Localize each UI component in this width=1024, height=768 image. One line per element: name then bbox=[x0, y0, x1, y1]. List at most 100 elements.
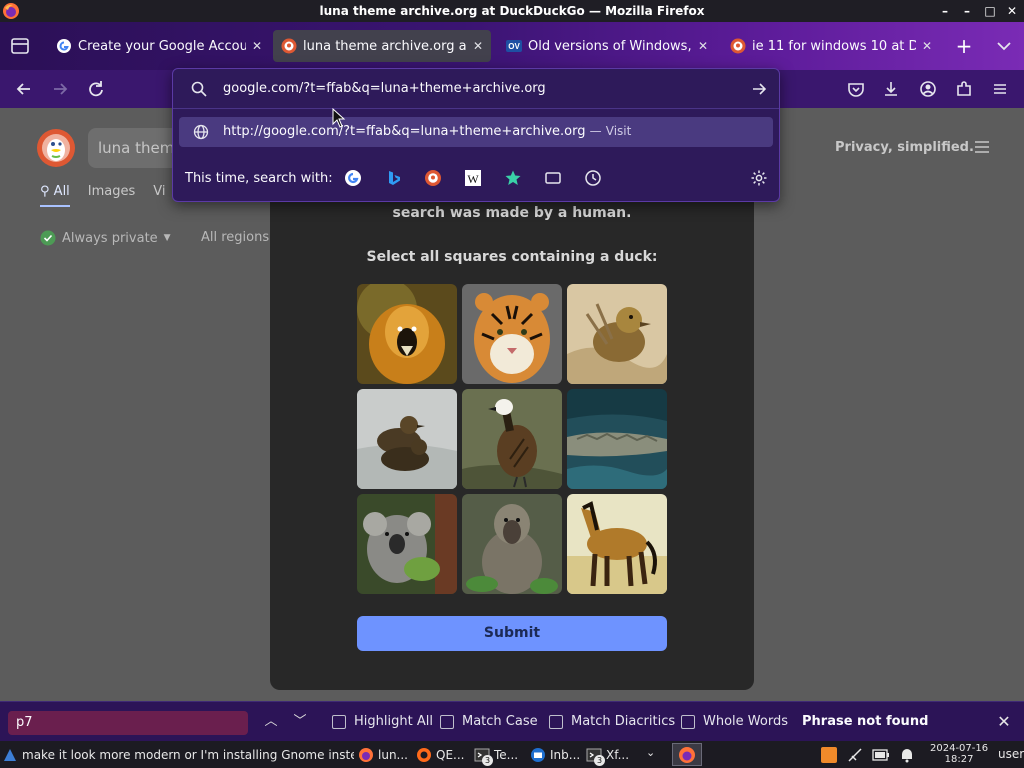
window-close-icon[interactable]: ✕ bbox=[1003, 2, 1021, 20]
new-tab-button[interactable]: + bbox=[952, 36, 976, 56]
gear-icon[interactable] bbox=[750, 169, 768, 187]
tab-ie11[interactable]: ie 11 for windows 10 at Duck ✕ bbox=[722, 30, 940, 62]
captcha-tile-whistling-duck[interactable] bbox=[462, 389, 562, 489]
chevron-down-icon[interactable]: ⌄ bbox=[646, 746, 660, 762]
google-icon bbox=[57, 39, 71, 53]
window-minimize-icon[interactable]: – bbox=[958, 2, 976, 20]
tabs-icon[interactable] bbox=[544, 169, 562, 187]
taskbar-user[interactable]: user bbox=[998, 747, 1024, 761]
taskbar-item-reddit[interactable]: make it look more modern or I'm installi… bbox=[2, 744, 354, 765]
search-icon: ⚲ bbox=[40, 184, 50, 199]
hamburger-menu-icon[interactable] bbox=[974, 140, 990, 154]
captcha-tile-crocodile[interactable] bbox=[567, 389, 667, 489]
forward-arrow-icon[interactable] bbox=[49, 78, 71, 100]
always-private-filter[interactable]: Always private ▼ bbox=[40, 230, 171, 246]
duckduckgo-icon bbox=[730, 38, 746, 54]
tab-luna-theme[interactable]: luna theme archive.org at Du ✕ bbox=[273, 30, 491, 62]
duckduckgo-icon[interactable] bbox=[424, 169, 442, 187]
taskbar-item-thunderbird[interactable]: Inb... bbox=[530, 744, 584, 765]
back-arrow-icon[interactable] bbox=[13, 78, 35, 100]
always-private-label: Always private bbox=[62, 230, 158, 246]
wikipedia-icon[interactable]: W bbox=[464, 169, 482, 187]
urlbar[interactable]: google.com/?t=ffab&q=luna+theme+archive.… bbox=[173, 69, 779, 109]
taskbar-item-terminal[interactable]: Te... 3 bbox=[474, 744, 526, 766]
hamburger-menu-icon[interactable] bbox=[989, 78, 1011, 100]
tiger-image bbox=[462, 284, 562, 384]
duckduckgo-logo-icon[interactable] bbox=[36, 128, 76, 168]
find-close-icon[interactable]: ✕ bbox=[994, 712, 1014, 732]
url-suggestion-row[interactable]: http://google.com/?t=ffab&q=luna+theme+a… bbox=[179, 117, 773, 147]
checkbox-box bbox=[440, 714, 454, 729]
mouse-cursor-icon bbox=[332, 108, 346, 128]
go-arrow-icon[interactable] bbox=[751, 81, 767, 97]
bell-icon[interactable] bbox=[898, 746, 916, 764]
taskbar-item-qemu[interactable]: QE... bbox=[416, 744, 470, 765]
history-icon[interactable] bbox=[584, 169, 602, 187]
account-icon[interactable] bbox=[917, 78, 939, 100]
tab-google-account[interactable]: Create your Google Account ✕ bbox=[48, 30, 270, 62]
chevron-down-icon[interactable] bbox=[994, 38, 1014, 54]
captcha-tile-baboon[interactable] bbox=[462, 494, 562, 594]
close-icon[interactable]: ✕ bbox=[698, 39, 708, 53]
koala-image bbox=[357, 494, 457, 594]
duckduckgo-icon bbox=[281, 38, 297, 54]
find-next-icon[interactable]: ﹀ bbox=[290, 712, 310, 732]
ddg-tab-videos[interactable]: Vi bbox=[153, 184, 165, 207]
find-previous-icon[interactable]: ︿ bbox=[261, 712, 281, 732]
ducklings-in-water-image bbox=[357, 389, 457, 489]
window-count-badge: 3 bbox=[594, 755, 605, 766]
tray-app-icon[interactable] bbox=[820, 746, 838, 764]
search-icon bbox=[191, 81, 207, 97]
bookmarks-star-icon[interactable] bbox=[504, 169, 522, 187]
globe-icon bbox=[193, 124, 209, 140]
thunderbird-icon bbox=[531, 747, 545, 762]
duckling-image bbox=[567, 284, 667, 384]
pocket-icon[interactable] bbox=[845, 78, 867, 100]
ddg-tab-all[interactable]: ⚲ All bbox=[40, 184, 70, 207]
match-diacritics-checkbox[interactable]: Match Diacritics bbox=[549, 714, 675, 729]
horse-image bbox=[567, 494, 667, 594]
url-suggestion-text: http://google.com/?t=ffab&q=luna+theme+a… bbox=[223, 124, 632, 139]
download-icon[interactable] bbox=[880, 78, 902, 100]
window-count-badge: 3 bbox=[482, 755, 493, 766]
window-maximize-icon[interactable]: □ bbox=[981, 2, 999, 20]
window-title: luna theme archive.org at DuckDuckGo — M… bbox=[319, 4, 705, 18]
extensions-icon[interactable] bbox=[953, 78, 975, 100]
captcha-instruction-line1: search was made by a human. bbox=[392, 205, 632, 221]
captcha-tile-koala[interactable] bbox=[357, 494, 457, 594]
firefox-icon[interactable] bbox=[2, 2, 20, 20]
captcha-tile-duckling[interactable] bbox=[567, 284, 667, 384]
taskbar-item-xfce-terminal[interactable]: Xf... 3 bbox=[586, 744, 642, 766]
taskbar-firefox-launcher[interactable] bbox=[672, 743, 702, 766]
battery-icon[interactable] bbox=[872, 747, 890, 763]
google-icon[interactable] bbox=[344, 169, 362, 187]
close-icon[interactable]: ✕ bbox=[252, 39, 262, 53]
taskbar-clock[interactable]: 2024-07-16 18:27 bbox=[930, 743, 988, 765]
captcha-tile-horse[interactable] bbox=[567, 494, 667, 594]
ddg-tab-images[interactable]: Images bbox=[88, 184, 136, 207]
window-menu-icon[interactable]: – bbox=[936, 2, 954, 20]
tab-old-versions[interactable]: OV Old versions of Windows, Ma ✕ bbox=[498, 30, 716, 62]
taskbar-item-firefox-luna[interactable]: lun... bbox=[358, 744, 410, 765]
urlbar-input[interactable]: google.com/?t=ffab&q=luna+theme+archive.… bbox=[223, 81, 546, 96]
captcha-tile-ducklings-water[interactable] bbox=[357, 389, 457, 489]
urlbar-popup: google.com/?t=ffab&q=luna+theme+archive.… bbox=[172, 68, 780, 202]
reload-icon[interactable] bbox=[85, 78, 107, 100]
highlight-all-checkbox[interactable]: Highlight All bbox=[332, 714, 433, 729]
firefox-view-icon[interactable] bbox=[8, 36, 32, 56]
captcha-tile-golden-tamarin[interactable] bbox=[357, 284, 457, 384]
captcha-submit-button[interactable]: Submit bbox=[357, 616, 667, 651]
close-icon[interactable]: ✕ bbox=[473, 39, 483, 53]
find-input[interactable]: p7 bbox=[8, 711, 248, 735]
whole-words-checkbox[interactable]: Whole Words bbox=[681, 714, 788, 729]
oldversion-icon: OV bbox=[506, 40, 522, 52]
close-icon[interactable]: ✕ bbox=[922, 39, 932, 53]
firefox-icon bbox=[679, 746, 695, 763]
bing-icon[interactable] bbox=[385, 169, 403, 187]
network-disconnected-icon[interactable] bbox=[846, 746, 864, 764]
all-regions-filter[interactable]: All regions bbox=[201, 230, 269, 245]
match-case-checkbox[interactable]: Match Case bbox=[440, 714, 538, 729]
tab-label: luna theme archive.org at Du bbox=[303, 38, 467, 54]
app-launcher-icon bbox=[4, 748, 16, 761]
captcha-tile-tiger[interactable] bbox=[462, 284, 562, 384]
